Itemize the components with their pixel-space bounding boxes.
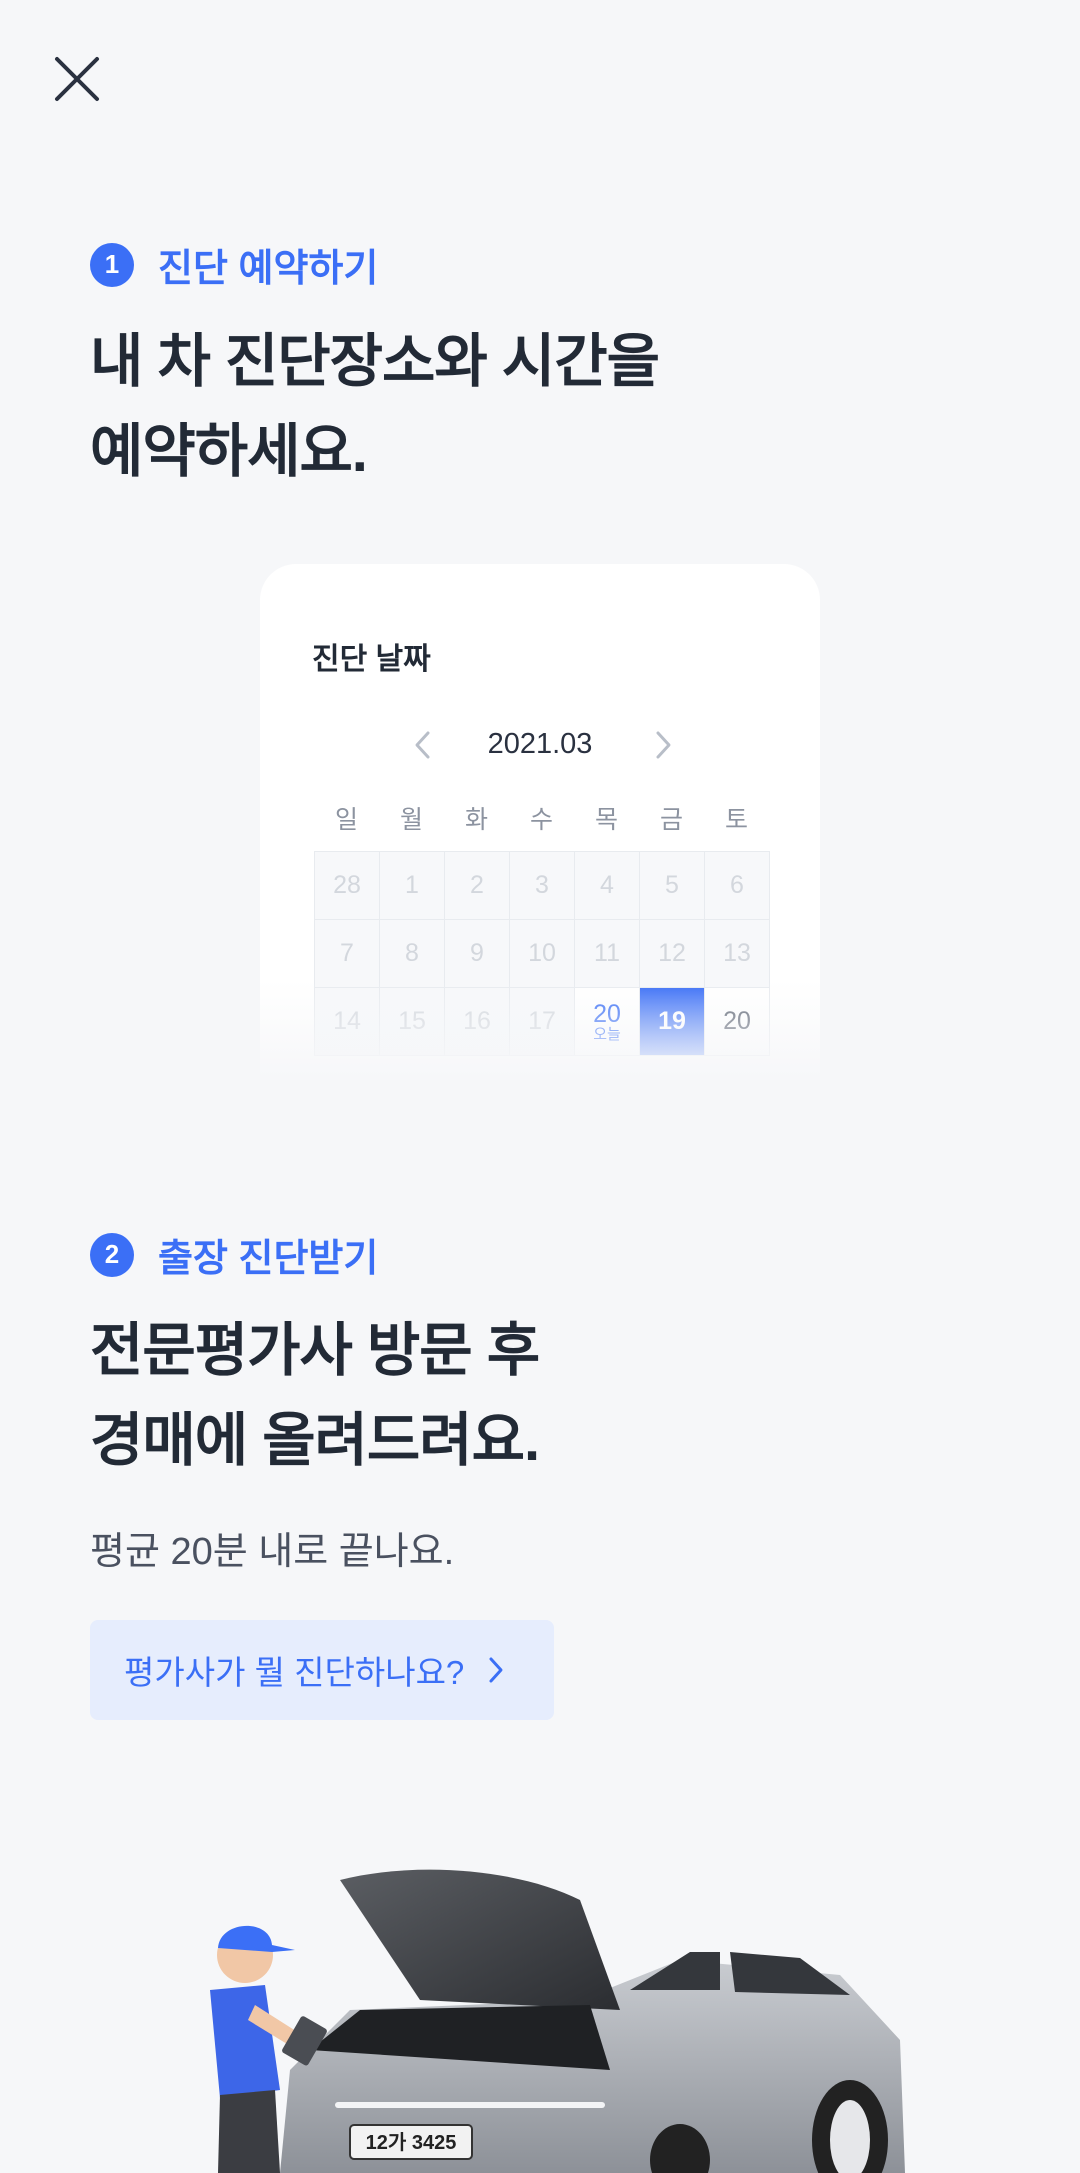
date-cell: 1	[380, 852, 445, 920]
step-2-headline-line1: 전문평가사 방문 후	[90, 1318, 540, 1383]
date-cell: 13	[705, 920, 770, 988]
date-cell: 3	[510, 852, 575, 920]
mechanic-car-illustration: 12가 3425	[210, 1869, 905, 2173]
step-1-headline: 내 차 진단장소와 시간을 예약하세요.	[90, 317, 660, 497]
weekday-label: 화	[464, 806, 488, 834]
step-1-title: 진단 예약하기	[158, 248, 379, 290]
date-cell: 12	[640, 920, 705, 988]
date-cell: 5	[640, 852, 705, 920]
step-1-headline-line2: 예약하세요.	[90, 419, 368, 484]
evaluator-info-button[interactable]: 평가사가 뭘 진단하나요?	[90, 1620, 554, 1720]
step-2-headline: 전문평가사 방문 후 경매에 올려드려요.	[90, 1306, 540, 1486]
date-cell: 7	[315, 920, 380, 988]
step-2-headline-line2: 경매에 올려드려요.	[90, 1408, 540, 1473]
month-selector: 2021.03	[260, 720, 820, 770]
close-icon[interactable]	[52, 54, 102, 104]
step-1-header: 1 진단 예약하기	[90, 237, 378, 292]
chevron-right-icon	[489, 1657, 503, 1683]
date-cell: 9	[445, 920, 510, 988]
weekday-label: 목	[594, 806, 618, 834]
step-1-number: 1	[90, 242, 134, 287]
date-cell: 28	[315, 852, 380, 920]
evaluator-info-label: 평가사가 뭘 진단하나요?	[124, 1654, 465, 1691]
card-fade-overlay	[240, 980, 840, 1090]
step-2-header: 2 출장 진단받기	[90, 1227, 378, 1282]
step-2-title: 출장 진단받기	[158, 1238, 379, 1280]
date-cell: 10	[510, 920, 575, 988]
date-cell: 4	[575, 852, 640, 920]
weekday-header: 일 월 화 수 목 금 토	[314, 800, 769, 836]
chevron-right-icon[interactable]	[648, 728, 678, 762]
calendar-title: 진단 날짜	[312, 643, 431, 676]
weekday-label: 토	[724, 806, 748, 834]
weekday-label: 월	[399, 806, 423, 834]
date-cell: 11	[575, 920, 640, 988]
date-cell: 6	[705, 852, 770, 920]
month-label: 2021.03	[487, 728, 593, 760]
step-2-subtext: 평균 20분 내로 끝나요.	[90, 1531, 455, 1573]
weekday-label: 수	[529, 806, 553, 834]
step-1-headline-line1: 내 차 진단장소와 시간을	[90, 329, 660, 394]
date-cell: 2	[445, 852, 510, 920]
step-2-number: 2	[90, 1232, 134, 1277]
weekday-label: 일	[334, 806, 358, 834]
date-cell: 8	[380, 920, 445, 988]
weekday-label: 금	[659, 806, 683, 834]
license-plate-text: 12가 3425	[366, 2131, 457, 2154]
